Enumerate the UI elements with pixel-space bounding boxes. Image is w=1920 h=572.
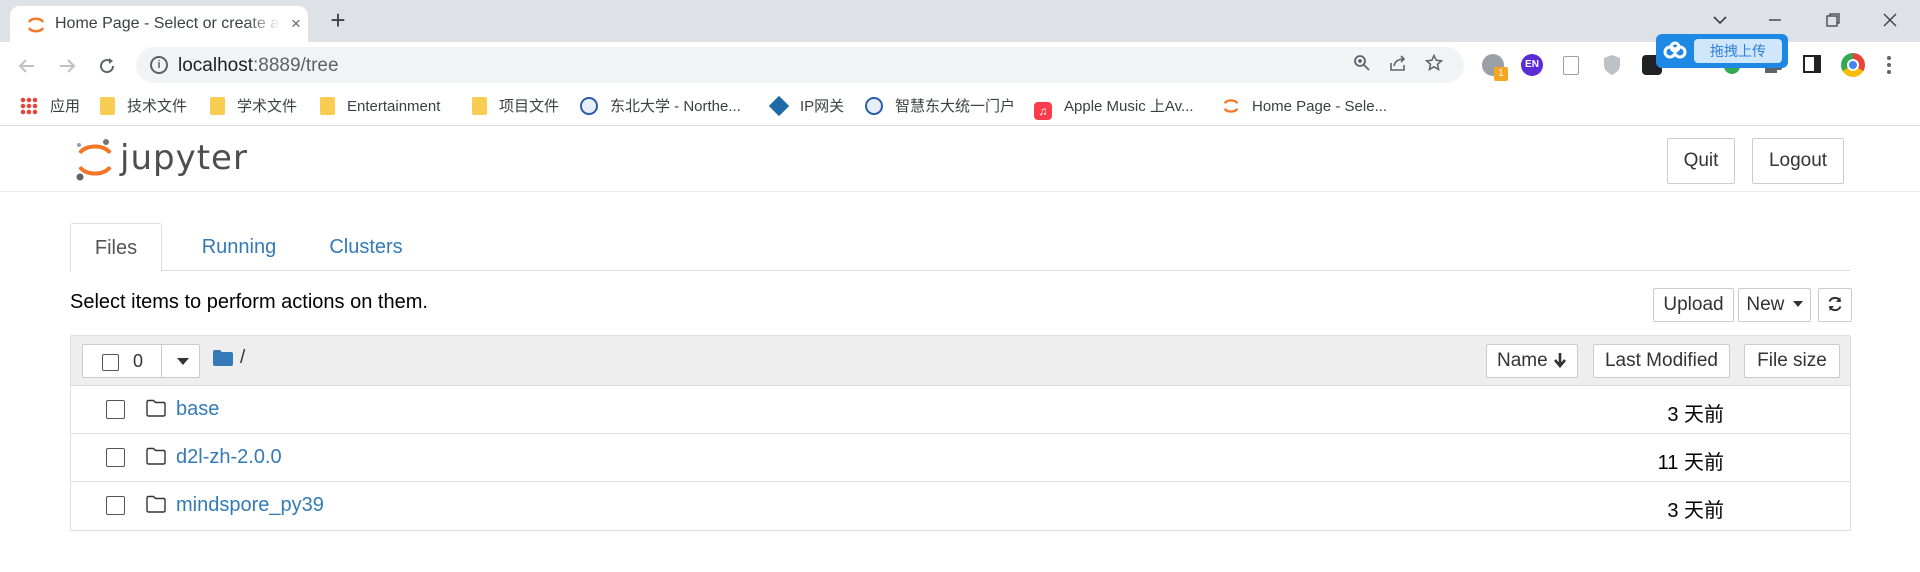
tab-close-icon[interactable]: × [287, 15, 305, 33]
extension-shield-icon[interactable] [1603, 54, 1621, 76]
jupyter-header: jupyter Quit Logout [0, 127, 1920, 192]
row-checkbox[interactable] [106, 496, 125, 515]
bookmark-smart-neu[interactable]: 智慧东大统一门户 [865, 96, 1015, 118]
jupyter-tabs: Files Running Clusters [70, 223, 1850, 272]
select-all-checkbox[interactable] [102, 354, 119, 371]
refresh-button[interactable] [1818, 288, 1852, 322]
sort-name-label: Name [1497, 350, 1548, 371]
university-icon [865, 97, 883, 115]
folder-icon [146, 495, 166, 513]
music-icon: ♫ [1034, 102, 1052, 120]
side-panel-icon[interactable] [1803, 55, 1821, 73]
row-checkbox[interactable] [106, 400, 125, 419]
jupyter-logo-icon[interactable] [74, 137, 116, 183]
bookmark-apple-music[interactable]: ♫ Apple Music 上Av... [1034, 96, 1194, 120]
folder-icon [146, 399, 166, 417]
selection-hint: Select items to perform actions on them. [70, 291, 428, 313]
bookmark-star-icon[interactable] [1422, 53, 1446, 78]
bookmark-jupyter-home[interactable]: Home Page - Sele... [1222, 96, 1387, 118]
back-icon[interactable] [12, 50, 42, 80]
upload-button[interactable]: Upload [1653, 288, 1734, 322]
bookmark-folder-entertainment[interactable]: Entertainment [320, 96, 440, 118]
gateway-icon [768, 95, 790, 117]
arrow-down-icon [1553, 353, 1566, 369]
bookmarks-bar: 应用 技术文件 学术文件 Entertainment 项目文件 东北大学 - N… [0, 88, 1920, 126]
file-row[interactable]: d2l-zh-2.0.0 11 天前 [71, 434, 1850, 482]
baidu-upload-label[interactable]: 拖拽上传 [1694, 39, 1782, 63]
quit-button[interactable]: Quit [1667, 138, 1735, 184]
file-list-header: 0 / Name Last Modified File size [71, 336, 1850, 386]
file-modified: 3 天前 [1667, 500, 1724, 522]
apps-grid-icon [20, 97, 38, 115]
logout-button[interactable]: Logout [1752, 138, 1844, 184]
refresh-icon [1828, 296, 1842, 312]
forward-icon[interactable] [52, 50, 82, 80]
bookmark-folder-academic[interactable]: 学术文件 [210, 96, 297, 118]
zoom-icon[interactable] [1350, 54, 1374, 78]
browser-toolbar: i localhost:8889/tree 1 EN [0, 42, 1920, 88]
new-button[interactable]: New [1738, 288, 1811, 322]
file-row[interactable]: mindspore_py39 3 天前 [71, 482, 1850, 530]
jupyter-favicon-icon [1223, 99, 1239, 113]
bookmark-ip-gateway[interactable]: IP网关 [768, 95, 844, 118]
share-icon[interactable] [1386, 54, 1410, 78]
chrome-profile-icon[interactable] [1841, 53, 1865, 77]
folder-home-icon[interactable] [213, 350, 233, 366]
extension-doc-icon[interactable] [1563, 56, 1579, 75]
baidu-cloud-icon [1663, 41, 1687, 59]
url-text[interactable]: localhost:8889/tree [178, 55, 339, 77]
file-modified: 3 天前 [1667, 404, 1724, 426]
caret-down-icon [1792, 301, 1803, 307]
folder-icon [146, 447, 166, 465]
sort-file-size-button[interactable]: File size [1744, 344, 1840, 378]
new-button-label: New [1746, 294, 1785, 315]
restore-icon[interactable] [1813, 4, 1853, 34]
selected-count: 0 [133, 351, 144, 371]
select-all-dropdown[interactable]: 0 [82, 344, 200, 378]
caret-down-icon[interactable] [177, 358, 189, 365]
folder-icon [100, 97, 115, 115]
minimize-icon[interactable] [1755, 4, 1795, 34]
file-name-link[interactable]: d2l-zh-2.0.0 [176, 446, 282, 469]
folder-icon [320, 97, 335, 115]
jupyter-logo-text[interactable]: jupyter [120, 138, 248, 178]
jupyter-favicon-icon [27, 17, 45, 33]
file-list: 0 / Name Last Modified File size base 3 … [70, 335, 1851, 531]
row-checkbox[interactable] [106, 448, 125, 467]
chrome-menu-icon[interactable] [1886, 55, 1892, 75]
file-name-link[interactable]: mindspore_py39 [176, 494, 324, 517]
university-icon [580, 97, 598, 115]
extension-en-icon[interactable]: EN [1521, 54, 1543, 76]
folder-icon [210, 97, 225, 115]
bookmark-neu[interactable]: 东北大学 - Northe... [580, 96, 741, 118]
bookmark-folder-tech[interactable]: 技术文件 [100, 96, 187, 118]
sort-last-modified-button[interactable]: Last Modified [1593, 344, 1730, 378]
tab-search-icon[interactable] [1700, 4, 1740, 34]
bookmark-apps[interactable]: 应用 [20, 96, 80, 118]
tab-files[interactable]: Files [70, 223, 162, 272]
site-info-icon[interactable]: i [150, 56, 168, 74]
browser-tabstrip: Home Page - Select or create a notebook … [0, 0, 1920, 42]
reload-icon[interactable] [92, 50, 122, 80]
address-bar[interactable]: i localhost:8889/tree [136, 47, 1464, 83]
breadcrumb-path[interactable]: / [240, 347, 245, 369]
sort-name-button[interactable]: Name [1486, 344, 1578, 378]
select-divider [161, 345, 162, 377]
file-modified: 11 天前 [1657, 452, 1724, 474]
tab-title: Home Page - Select or create a notebook [55, 15, 280, 32]
tab-clusters[interactable]: Clusters [308, 223, 424, 272]
folder-icon [472, 97, 487, 115]
browser-tab-active[interactable]: Home Page - Select or create a notebook … [10, 6, 308, 42]
extension-badge: 1 [1494, 67, 1508, 81]
file-name-link[interactable]: base [176, 398, 219, 421]
baidu-upload-popup[interactable]: 拖拽上传 [1656, 34, 1788, 68]
bookmark-folder-projects[interactable]: 项目文件 [472, 96, 559, 118]
file-row[interactable]: base 3 天前 [71, 386, 1850, 434]
new-tab-button[interactable]: + [324, 6, 352, 34]
close-window-icon[interactable] [1870, 4, 1910, 34]
tab-running[interactable]: Running [182, 223, 296, 272]
